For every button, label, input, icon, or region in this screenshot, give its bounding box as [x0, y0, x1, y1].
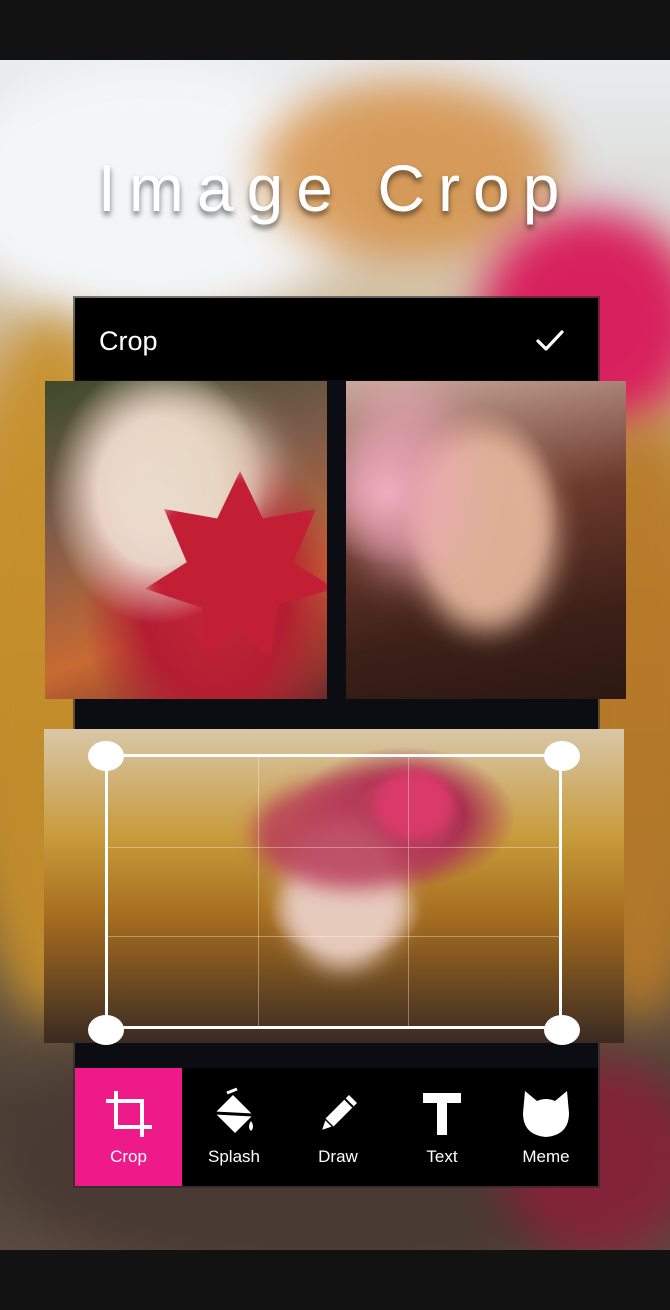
- navigation-bar: [0, 1250, 670, 1310]
- crop-selection-frame[interactable]: [105, 754, 562, 1029]
- tool-draw-label: Draw: [318, 1147, 358, 1166]
- tool-draw[interactable]: Draw: [286, 1068, 390, 1186]
- tool-text-label: Text: [426, 1147, 458, 1166]
- splash-bucket-icon: [214, 1087, 254, 1133]
- tool-text[interactable]: Text: [390, 1068, 494, 1186]
- tool-meme-label: Meme: [522, 1147, 570, 1166]
- photo-girl-with-leaf[interactable]: [45, 381, 327, 699]
- tool-bar: Crop Splash Draw Text Meme: [75, 1068, 598, 1186]
- crop-icon: [105, 1091, 152, 1137]
- tool-splash[interactable]: Splash: [182, 1068, 286, 1186]
- crop-handle-bottom-right[interactable]: [544, 1015, 580, 1045]
- photo-woman-with-flowers[interactable]: [346, 381, 626, 699]
- tool-crop[interactable]: Crop: [75, 1068, 182, 1186]
- editor-header: Crop: [75, 298, 598, 380]
- tool-splash-label: Splash: [208, 1147, 260, 1166]
- check-icon[interactable]: [532, 324, 568, 356]
- editor-title: Crop: [99, 326, 158, 356]
- pencil-icon: [319, 1095, 357, 1133]
- crop-handle-bottom-left[interactable]: [88, 1015, 124, 1045]
- tool-meme[interactable]: Meme: [494, 1068, 598, 1186]
- crop-handle-top-right[interactable]: [544, 741, 580, 771]
- tool-crop-label: Crop: [110, 1147, 147, 1166]
- text-icon: [423, 1093, 461, 1135]
- status-bar: [0, 0, 670, 60]
- cat-mask-icon: [523, 1091, 569, 1137]
- crop-handle-top-left[interactable]: [88, 741, 124, 771]
- promo-headline: Image Crop: [97, 151, 573, 225]
